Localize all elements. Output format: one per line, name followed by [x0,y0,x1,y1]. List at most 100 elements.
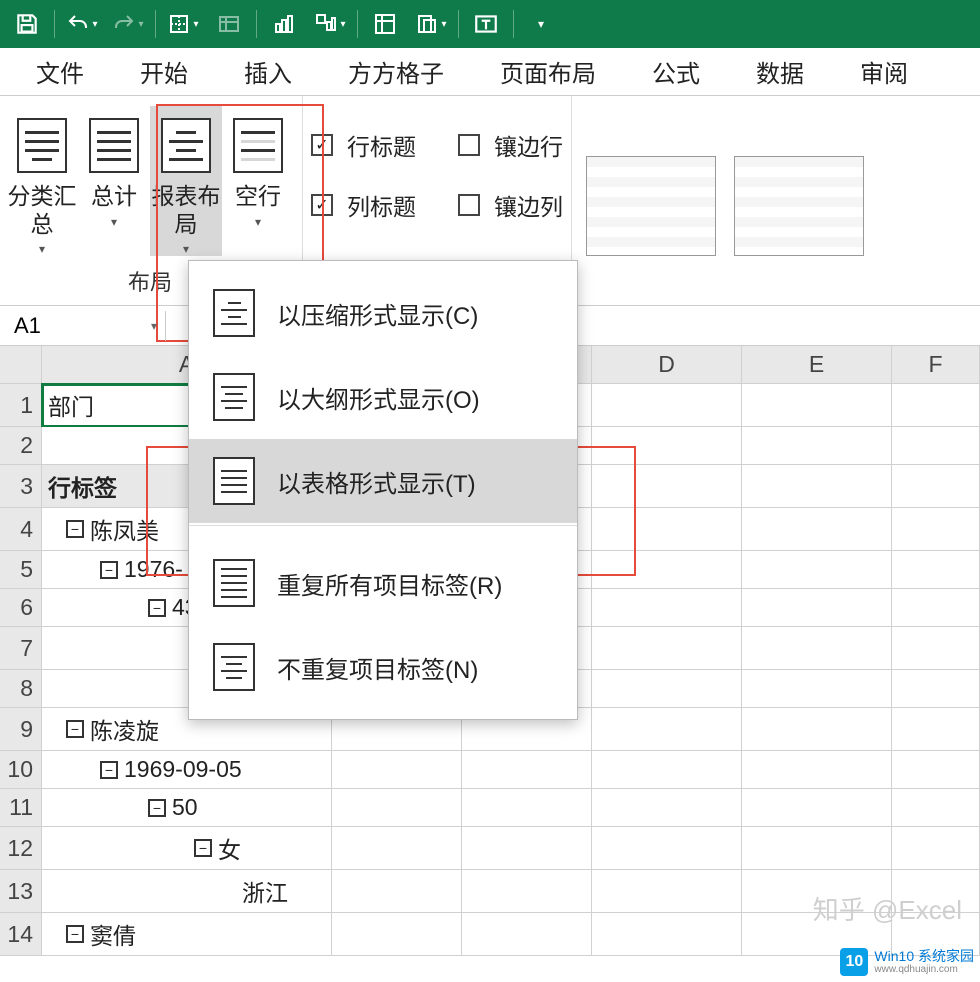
cell[interactable] [742,384,892,427]
cell[interactable] [892,670,980,708]
cell[interactable] [462,751,592,789]
cell[interactable] [742,551,892,589]
cell[interactable] [592,870,742,913]
cell[interactable]: −女 [42,827,332,870]
cell[interactable] [742,789,892,827]
cell[interactable] [462,870,592,913]
collapse-icon[interactable]: − [148,599,166,617]
pivot-table-icon[interactable] [366,5,404,43]
cell[interactable]: −窦倩 [42,913,332,956]
cell[interactable] [742,427,892,465]
cell[interactable] [462,827,592,870]
grandtotal-button[interactable]: 总计 ▾ [78,106,150,256]
cell[interactable] [592,913,742,956]
pivot-chart-icon[interactable] [311,5,349,43]
blank-rows-button[interactable]: 空行 ▾ [222,106,294,256]
cell[interactable] [332,751,462,789]
cell[interactable] [592,508,742,551]
cell[interactable] [742,508,892,551]
cell[interactable] [592,627,742,670]
cell[interactable] [892,589,980,627]
cell[interactable] [332,827,462,870]
column-header[interactable]: E [742,346,892,384]
row-header[interactable]: 3 [0,465,42,508]
cell[interactable] [592,827,742,870]
cell[interactable] [592,384,742,427]
row-header[interactable]: 8 [0,670,42,708]
row-header[interactable]: 2 [0,427,42,465]
cell[interactable] [742,589,892,627]
column-header[interactable]: D [592,346,742,384]
cell[interactable] [892,508,980,551]
cell[interactable] [592,465,742,508]
cell[interactable] [332,870,462,913]
select-all-corner[interactable] [0,346,42,384]
table-icon[interactable] [210,5,248,43]
cell[interactable] [892,708,980,751]
tab-file[interactable]: 文件 [8,48,112,95]
row-header[interactable]: 9 [0,708,42,751]
cell[interactable] [742,751,892,789]
collapse-icon[interactable]: − [194,839,212,857]
cell[interactable] [892,551,980,589]
cell[interactable]: −50 [42,789,332,827]
cell[interactable] [892,751,980,789]
pivot-style-thumb[interactable] [734,156,864,256]
collapse-icon[interactable]: − [66,925,84,943]
textbox-icon[interactable] [467,5,505,43]
menu-no-repeat-labels[interactable]: 不重复项目标签(N) [189,625,577,709]
chart-icon[interactable] [265,5,303,43]
cell[interactable] [892,384,980,427]
cell[interactable] [332,913,462,956]
pivot-style-thumb[interactable] [586,156,716,256]
cell[interactable] [462,789,592,827]
menu-show-compact[interactable]: 以压缩形式显示(C) [189,271,577,355]
tab-home[interactable]: 开始 [112,48,216,95]
row-header[interactable]: 14 [0,913,42,956]
undo-icon[interactable] [63,5,101,43]
tab-data[interactable]: 数据 [728,48,832,95]
name-box[interactable]: A1 ▾ [6,311,166,341]
cell[interactable] [742,465,892,508]
cell[interactable] [742,627,892,670]
row-headers-checkbox[interactable]: ✓ [311,134,333,156]
cell[interactable] [892,827,980,870]
cell[interactable] [892,789,980,827]
row-header[interactable]: 5 [0,551,42,589]
menu-repeat-labels[interactable]: 重复所有项目标签(R) [189,541,577,625]
save-icon[interactable] [8,5,46,43]
cell[interactable] [592,789,742,827]
collapse-icon[interactable]: − [66,720,84,738]
cell[interactable] [462,913,592,956]
report-layout-button[interactable]: 报表布局 ▾ [150,106,222,256]
banded-cols-checkbox[interactable] [458,194,480,216]
cell[interactable] [592,708,742,751]
column-header[interactable]: F [892,346,980,384]
cell[interactable] [332,789,462,827]
cell[interactable] [592,751,742,789]
tab-insert[interactable]: 插入 [216,48,320,95]
redo-icon[interactable] [109,5,147,43]
row-header[interactable]: 6 [0,589,42,627]
cell[interactable] [592,589,742,627]
tab-review[interactable]: 审阅 [832,48,936,95]
collapse-icon[interactable]: − [66,520,84,538]
cell[interactable] [592,670,742,708]
border-icon[interactable] [164,5,202,43]
menu-show-tabular[interactable]: 以表格形式显示(T) [189,439,577,523]
row-header[interactable]: 1 [0,384,42,427]
customize-qat-icon[interactable]: ▾ [522,5,560,43]
menu-show-outline[interactable]: 以大纲形式显示(O) [189,355,577,439]
slicer-icon[interactable] [412,5,450,43]
collapse-icon[interactable]: − [100,761,118,779]
row-header[interactable]: 12 [0,827,42,870]
pivot-styles-gallery[interactable] [574,96,876,305]
cell[interactable] [892,465,980,508]
row-header[interactable]: 11 [0,789,42,827]
tab-formulas[interactable]: 公式 [624,48,728,95]
cell[interactable] [892,627,980,670]
cell[interactable] [742,870,892,913]
cell[interactable]: −1969-09-05 [42,751,332,789]
cell[interactable] [742,827,892,870]
tab-fanfan[interactable]: 方方格子 [320,48,472,95]
